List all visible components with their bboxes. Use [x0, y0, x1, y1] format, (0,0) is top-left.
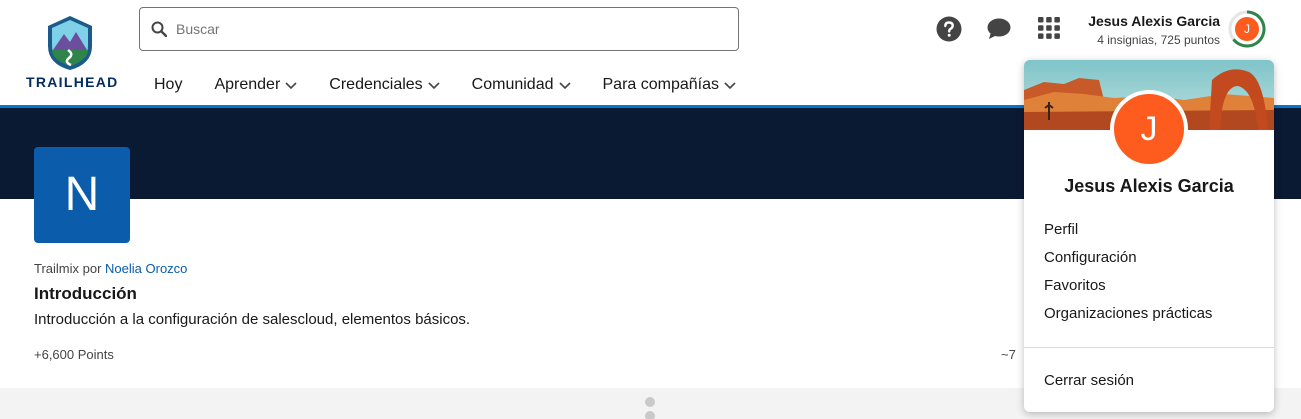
user-stats: 4 insignias, 725 puntos — [1097, 33, 1220, 47]
nav-item-label: Hoy — [154, 76, 183, 93]
nav-item-label: Credenciales — [329, 76, 423, 93]
search-icon — [151, 21, 167, 37]
nav-item-hoy[interactable]: Hoy — [154, 76, 182, 94]
byline-prefix: Trailmix por — [34, 261, 102, 276]
trailmix-title: Introducción — [34, 284, 137, 303]
user-menu-dropdown: J Jesus Alexis Garcia Perfil Configuraci… — [1024, 60, 1274, 412]
menu-divider — [1024, 347, 1274, 348]
trailmix-description: Introducción a la configuración de sales… — [34, 311, 471, 328]
chevron-down-icon — [285, 81, 297, 89]
nav-item-credenciales[interactable]: Credenciales — [329, 76, 440, 94]
app-launcher-icon[interactable] — [1038, 17, 1060, 39]
user-name[interactable]: Jesus Alexis Garcia — [1088, 13, 1220, 29]
drag-handle-icon — [645, 397, 655, 407]
search-box[interactable] — [139, 7, 739, 51]
nav-item-label: Para compañías — [602, 76, 720, 93]
profile-menu-list: Perfil Configuración Favoritos Organizac… — [1044, 221, 1212, 333]
search-input[interactable] — [176, 19, 716, 39]
chevron-down-icon — [724, 81, 736, 89]
menu-item-favoritos[interactable]: Favoritos — [1044, 277, 1212, 305]
trailmix-icon: N — [34, 147, 130, 243]
help-icon[interactable] — [936, 16, 962, 42]
user-avatar[interactable]: J — [1235, 17, 1259, 41]
logout-button[interactable]: Cerrar sesión — [1044, 372, 1134, 389]
trailmix-points: +6,600 Points — [34, 347, 114, 362]
trailmix-duration: ~7 — [1001, 347, 1016, 362]
nav-item-aprender[interactable]: Aprender — [214, 76, 297, 94]
menu-item-configuracion[interactable]: Configuración — [1044, 249, 1212, 277]
chat-icon[interactable] — [986, 17, 1012, 41]
logo-wordmark: TRAILHEAD — [26, 74, 119, 90]
main-nav: Hoy Aprender Credenciales Comunidad Para… — [154, 76, 768, 94]
trailhead-mountain-icon — [48, 16, 92, 70]
author-link[interactable]: Noelia Orozco — [105, 261, 187, 276]
nav-item-label: Aprender — [214, 76, 281, 93]
trailhead-logo[interactable]: TRAILHEAD — [24, 14, 120, 94]
drag-handle-icon — [645, 411, 655, 419]
nav-item-label: Comunidad — [471, 76, 554, 93]
chevron-down-icon — [558, 81, 571, 89]
chevron-down-icon — [428, 81, 440, 89]
trailmix-byline: Trailmix por Noelia Orozco — [34, 261, 187, 276]
nav-item-comunidad[interactable]: Comunidad — [472, 76, 571, 94]
menu-item-perfil[interactable]: Perfil — [1044, 221, 1212, 249]
menu-item-organizaciones-practicas[interactable]: Organizaciones prácticas — [1044, 305, 1212, 333]
profile-name[interactable]: Jesus Alexis Garcia — [1024, 176, 1274, 197]
profile-avatar-large[interactable]: J — [1110, 90, 1188, 168]
nav-item-para-companias[interactable]: Para compañías — [603, 76, 737, 94]
